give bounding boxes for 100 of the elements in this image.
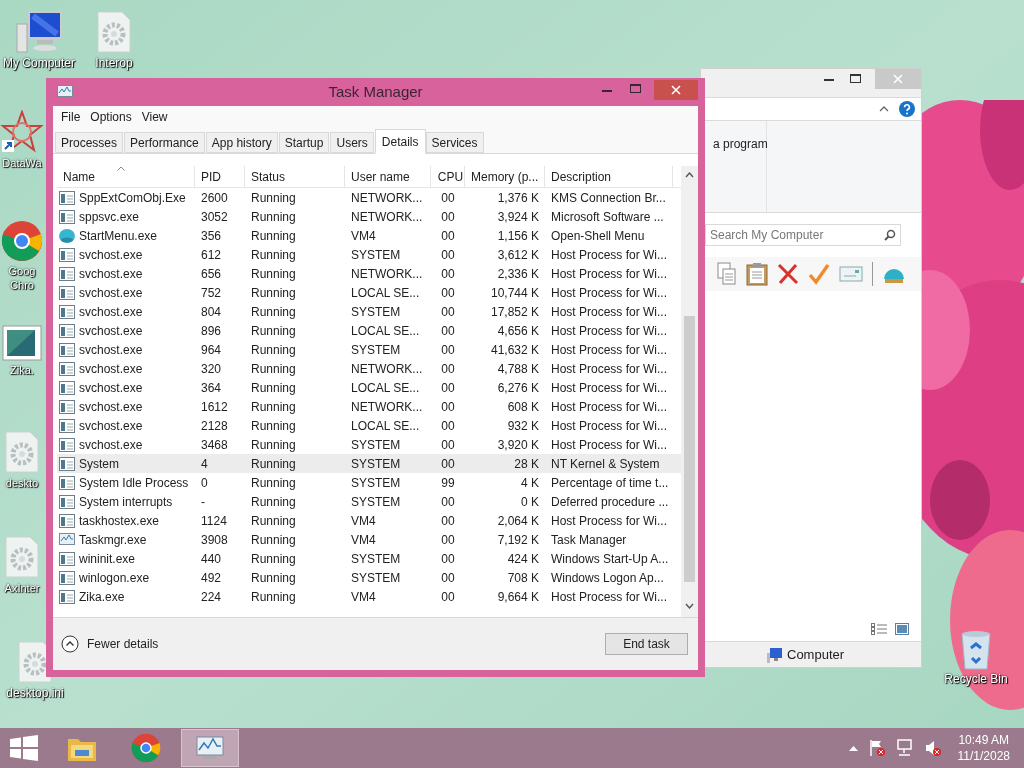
column-header[interactable]: Status (245, 166, 345, 187)
table-row[interactable]: Zika.exe 224 Running VM4 00 9,664 K Host Process for Wi... (57, 587, 681, 606)
collapse-icon[interactable] (879, 106, 889, 112)
clock-date[interactable]: 11/1/2028 (957, 748, 1010, 764)
close-button[interactable] (654, 80, 698, 100)
table-cell-text: Running (250, 322, 297, 340)
table-row[interactable]: svchost.exe 364 Running LOCAL SE... 00 6,276 K Host Process for Wi... (57, 378, 681, 397)
table-cell-text: 804 (200, 303, 223, 321)
table-row[interactable]: svchost.exe 752 Running LOCAL SE... 00 10,744 K Host Process for Wi... (57, 283, 681, 302)
column-header[interactable]: Memory (p... (465, 166, 545, 187)
table-row[interactable]: svchost.exe 656 Running NETWORK... 00 2,336 K Host Process for Wi... (57, 264, 681, 283)
app-window-icon (59, 190, 75, 205)
table-cell-text: 00 (440, 227, 456, 245)
table-cell-text: svchost.exe (79, 417, 143, 435)
tab[interactable]: Details (374, 129, 426, 154)
table-row[interactable]: svchost.exe 1612 Running NETWORK... 00 608 K Host Process for Wi... (57, 397, 681, 416)
table-row[interactable]: System Idle Process 0 Running SYSTEM 99 4 K Percentage of time t... (57, 473, 681, 492)
speaker-muted-icon[interactable] (923, 739, 942, 757)
scrollbar[interactable] (681, 166, 698, 617)
table-row[interactable]: svchost.exe 3468 Running SYSTEM 00 3,920 K Host Process for Wi... (57, 435, 681, 454)
search-icon (884, 229, 896, 241)
monitor-chart-icon (59, 532, 75, 547)
table-row[interactable]: System 4 Running SYSTEM 00 28 K NT Kernel & System (57, 454, 681, 473)
tab[interactable]: Performance (124, 132, 205, 153)
column-header[interactable]: CPU (431, 166, 465, 187)
table-row[interactable]: winlogon.exe 492 Running SYSTEM 00 708 K Windows Logon Ap... (57, 568, 681, 587)
table-cell-text: 896 (200, 322, 223, 340)
table-row[interactable]: wininit.exe 440 Running SYSTEM 00 424 K Windows Start-Up A... (57, 549, 681, 568)
computer-icon[interactable] (15, 10, 63, 54)
menu-item[interactable]: File (57, 108, 85, 126)
network-icon[interactable] (895, 739, 914, 757)
table-cell-text: Running (250, 588, 297, 606)
column-header[interactable]: User name (345, 166, 431, 187)
table-cell-text: 612 (200, 246, 223, 264)
card-icon[interactable] (839, 265, 863, 283)
table-cell-text: 356 (200, 227, 223, 245)
table-cell-text: svchost.exe (79, 436, 143, 454)
tab[interactable]: Users (330, 132, 374, 153)
table-cell-text: Host Process for Wi... (550, 284, 669, 302)
table-cell-text: Running (250, 227, 297, 245)
details-view-icon[interactable] (871, 623, 887, 635)
column-header[interactable]: PID (195, 166, 245, 187)
fewer-details-button[interactable]: Fewer details (61, 635, 159, 653)
table-cell-text: Running (250, 398, 297, 416)
tab[interactable]: Processes (55, 132, 124, 153)
start-icon[interactable] (10, 735, 38, 761)
help-icon[interactable] (899, 101, 915, 117)
table-cell-text: 4,656 K (496, 322, 540, 340)
search-field[interactable]: Search My Computer (705, 224, 901, 246)
taskbar-button[interactable] (181, 729, 239, 767)
table-row[interactable]: svchost.exe 320 Running NETWORK... 00 4,788 K Host Process for Wi... (57, 359, 681, 378)
column-header[interactable]: Description (545, 166, 673, 187)
copy-icon[interactable] (717, 262, 737, 286)
table-row[interactable]: System interrupts - Running SYSTEM 00 0 K Deferred procedure ... (57, 492, 681, 511)
table-cell-text: Taskmgr.exe (79, 531, 147, 549)
check-icon[interactable] (808, 263, 830, 285)
clipboard-icon[interactable] (746, 262, 768, 286)
table-row[interactable]: Taskmgr.exe 3908 Running VM4 00 7,192 K Task Manager (57, 530, 681, 549)
table-cell-text: Windows Logon Ap... (550, 569, 665, 587)
maximize-icon[interactable] (850, 74, 861, 83)
table-row[interactable]: svchost.exe 896 Running LOCAL SE... 00 4,656 K Host Process for Wi... (57, 321, 681, 340)
image-file-icon[interactable] (2, 325, 42, 361)
table-row[interactable]: StartMenu.exe 356 Running VM4 00 1,156 K Open-Shell Menu (57, 226, 681, 245)
table-row[interactable]: taskhostex.exe 1124 Running VM4 00 2,064 K Host Process for Wi... (57, 511, 681, 530)
table-row[interactable]: svchost.exe 612 Running SYSTEM 00 3,612 K Host Process for Wi... (57, 245, 681, 264)
recycle-bin-icon[interactable] (958, 630, 994, 670)
table-cell-text: 424 K (506, 550, 540, 568)
table-cell-text: Running (250, 284, 297, 302)
table-cell-text: 3468 (200, 436, 229, 454)
chrome-icon[interactable] (1, 220, 43, 262)
scroll-down-icon[interactable] (685, 603, 694, 609)
delete-icon[interactable] (777, 263, 799, 285)
column-header[interactable]: Name (57, 166, 195, 187)
star-shortcut-icon[interactable] (0, 110, 44, 154)
menu-item[interactable]: View (137, 108, 172, 126)
flag-icon[interactable] (867, 739, 886, 757)
table-cell-text: VM4 (350, 531, 377, 549)
clock-time[interactable]: 10:49 AM (958, 732, 1010, 748)
scrollbar-thumb[interactable] (684, 316, 695, 582)
table-row[interactable]: svchost.exe 804 Running SYSTEM 00 17,852 K Host Process for Wi... (57, 302, 681, 321)
table-row[interactable]: sppsvc.exe 3052 Running NETWORK... 00 3,924 K Microsoft Software ... (57, 207, 681, 226)
table-cell-text: 17,852 K (489, 303, 540, 321)
menu-item[interactable]: Options (86, 108, 136, 126)
table-cell-text: Windows Start-Up A... (550, 550, 670, 568)
table-cell-text: Host Process for Wi... (550, 341, 669, 359)
table-cell-text: 00 (440, 588, 456, 606)
tab[interactable]: App history (205, 132, 278, 153)
minimize-icon[interactable] (824, 79, 834, 82)
collapse-icon[interactable] (61, 635, 79, 653)
close-icon[interactable] (671, 85, 681, 95)
table-cell-text: 3052 (200, 208, 229, 226)
scroll-up-icon[interactable] (685, 172, 694, 178)
thumbnail-view-icon[interactable] (895, 623, 909, 635)
end-task-button[interactable]: End task (605, 633, 688, 655)
show-hidden-icons[interactable] (848, 745, 858, 751)
table-row[interactable]: svchost.exe 2128 Running LOCAL SE... 00 932 K Host Process for Wi... (57, 416, 681, 435)
tab[interactable]: Services (425, 132, 484, 153)
table-row[interactable]: svchost.exe 964 Running SYSTEM 00 41,632 K Host Process for Wi... (57, 340, 681, 359)
tab[interactable]: Startup (278, 132, 330, 153)
table-row[interactable]: SppExtComObj.Exe 2600 Running NETWORK... 00 1,376 K KMS Connection Br... (57, 188, 681, 207)
